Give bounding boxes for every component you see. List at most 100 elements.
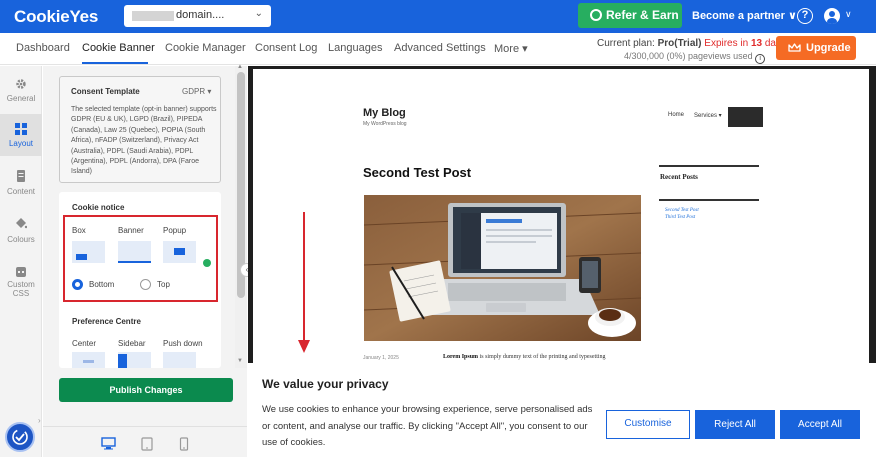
publish-changes-button[interactable]: Publish Changes — [59, 378, 233, 402]
layout-option-box[interactable] — [72, 241, 105, 263]
consent-template-card: Consent Template GDPR ▾ The selected tem… — [59, 76, 221, 183]
pref-option-center[interactable] — [72, 352, 105, 368]
active-tab-indicator — [82, 62, 148, 64]
tab-cookie-manager[interactable]: Cookie Manager — [165, 42, 246, 54]
rail-label-custom-css: Custom CSS — [7, 280, 35, 298]
chevron-down-icon: ⌄ — [254, 8, 263, 19]
upgrade-label: Upgrade — [806, 42, 851, 54]
plan-days: 13 — [750, 38, 763, 49]
tab-cookie-banner[interactable]: Cookie Banner — [82, 42, 155, 54]
mobile-icon[interactable] — [179, 437, 189, 451]
layout-grid-icon — [15, 123, 27, 135]
tab-languages[interactable]: Languages — [328, 42, 382, 54]
post-excerpt: Lorem Ipsum is simply dummy text of the … — [443, 354, 606, 360]
website-preview: My Blog My WordPress blog Home Services … — [253, 69, 869, 363]
consent-banner: We value your privacy We use cookies to … — [248, 363, 876, 457]
layout-label-popup: Popup — [163, 226, 187, 235]
user-avatar-icon[interactable] — [824, 8, 840, 24]
check-icon — [203, 259, 211, 267]
become-partner-menu[interactable]: Become a partner ∨ — [692, 9, 797, 22]
sidebar-divider — [659, 165, 759, 167]
reject-all-button[interactable]: Reject All — [695, 410, 775, 439]
laptop-illustration — [364, 195, 641, 341]
layout-option-popup[interactable] — [163, 241, 196, 263]
recent-post-link[interactable]: Third Test Post — [665, 215, 695, 220]
rail-item-general[interactable]: General — [0, 72, 42, 114]
tab-more[interactable]: More ▾ — [494, 42, 528, 55]
annotation-arrow-head — [298, 340, 310, 353]
tab-dashboard[interactable]: Dashboard — [16, 42, 70, 54]
pref-label-push-down: Push down — [163, 339, 203, 348]
recent-post-link[interactable]: Second Test Post — [665, 208, 699, 213]
rail-item-custom-css[interactable]: Custom CSS — [0, 258, 42, 300]
rail-item-colours[interactable]: Colours — [0, 210, 42, 252]
blog-tagline: My WordPress blog — [363, 121, 407, 127]
settings-rail: General Layout Content Colours Custom CS… — [0, 66, 42, 457]
layout-option-banner[interactable] — [118, 241, 151, 263]
panel-scrollbar[interactable]: ▲ ▼ — [235, 64, 247, 368]
rail-label-content: Content — [6, 187, 36, 196]
top-bar: CookieYes domain.... ⌄ Refer & Earn Beco… — [0, 0, 876, 33]
template-description: The selected template (opt-in banner) su… — [71, 106, 217, 176]
blog-title: My Blog — [363, 107, 406, 119]
post-date: January 1, 2025 — [363, 355, 399, 361]
blog-menu-services: Services ▾ — [694, 113, 722, 119]
pref-option-sidebar[interactable] — [118, 352, 151, 368]
banner-preview — [118, 261, 151, 263]
excerpt-bold: Lorem Ipsum — [443, 354, 479, 360]
domain-selector[interactable]: domain.... ⌄ — [124, 5, 271, 27]
sidebar-divider — [659, 199, 759, 201]
document-icon — [17, 170, 25, 182]
device-toggle-bar — [43, 426, 247, 457]
paint-bucket-icon — [16, 218, 27, 229]
accept-all-button[interactable]: Accept All — [780, 410, 860, 439]
position-label-bottom: Bottom — [89, 280, 115, 289]
plan-expiry-prefix: Expires in — [701, 38, 751, 49]
domain-redacted — [132, 11, 174, 21]
refer-icon — [590, 9, 602, 21]
center-preview — [83, 360, 94, 363]
chevron-right-icon[interactable]: › — [38, 416, 41, 425]
rail-item-layout[interactable]: Layout — [0, 114, 42, 156]
info-icon[interactable]: i — [755, 54, 766, 64]
main-nav: Dashboard Cookie Banner Cookie Manager C… — [0, 33, 876, 65]
rail-label-layout: Layout — [8, 139, 34, 148]
tab-advanced-settings[interactable]: Advanced Settings — [394, 42, 486, 54]
annotation-arrow-line — [303, 212, 305, 340]
position-radio-top[interactable] — [140, 279, 151, 290]
tablet-icon[interactable] — [141, 437, 153, 451]
pref-option-push-down[interactable] — [163, 352, 196, 368]
chevron-down-icon[interactable]: ∨ — [845, 9, 852, 20]
position-radio-bottom[interactable] — [72, 279, 83, 290]
banner-description: We use cookies to enhance your browsing … — [262, 404, 593, 448]
recent-posts-title: Recent Posts — [660, 173, 698, 181]
rail-label-colours: Colours — [7, 235, 35, 244]
domain-text: domain.... — [176, 9, 225, 21]
blog-menu-search — [728, 107, 763, 127]
sidebar-preview — [118, 354, 127, 368]
scroll-up-icon[interactable]: ▲ — [237, 64, 243, 70]
customise-button[interactable]: Customise — [606, 410, 690, 439]
chat-support-button[interactable] — [5, 422, 35, 452]
rail-item-content[interactable]: Content — [0, 162, 42, 204]
excerpt-rest: is simply dummy text of the printing and… — [478, 354, 606, 360]
plan-prefix: Current plan: — [597, 38, 658, 49]
rail-label-general: General — [6, 94, 36, 103]
pref-label-sidebar: Sidebar — [118, 339, 146, 348]
upgrade-button[interactable]: Upgrade — [776, 36, 856, 60]
cookieyes-logo[interactable]: CookieYes — [14, 7, 98, 27]
box-preview — [76, 254, 87, 260]
laptop-photo — [364, 195, 641, 341]
help-icon[interactable]: ? — [797, 8, 813, 24]
banner-title: We value your privacy — [262, 377, 389, 391]
pageviews-usage: 4/300,000 (0%) pageviews used i — [624, 51, 766, 64]
desktop-icon[interactable] — [101, 437, 116, 450]
template-select[interactable]: GDPR ▾ — [182, 87, 211, 96]
scroll-down-icon[interactable]: ▼ — [237, 358, 243, 364]
tab-consent-log[interactable]: Consent Log — [255, 42, 317, 54]
refer-earn-button[interactable]: Refer & Earn — [578, 3, 682, 28]
layout-label-banner: Banner — [118, 226, 144, 235]
current-plan: Current plan: Pro(Trial) Expires in 13 d… — [597, 38, 786, 49]
crown-icon — [788, 43, 801, 52]
preference-centre-title: Preference Centre — [72, 317, 141, 326]
